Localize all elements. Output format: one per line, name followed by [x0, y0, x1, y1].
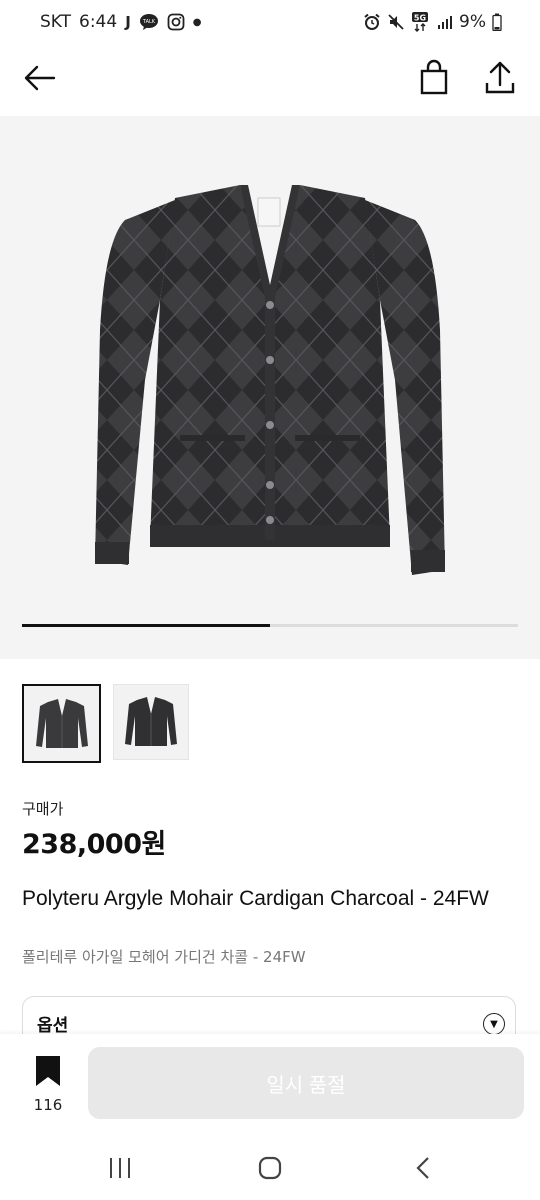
bottom-action-bar: 116 일시 품절 [0, 1034, 540, 1134]
svg-text:TALK: TALK [142, 19, 156, 25]
battery-icon [492, 13, 502, 31]
options-label: 옵션 [37, 1016, 69, 1036]
status-right: 5G 9% [363, 12, 502, 32]
alarm-icon [364, 13, 380, 30]
recent-apps-button[interactable] [108, 1156, 132, 1184]
top-bar [0, 46, 540, 112]
cardigan-product-image [95, 185, 445, 575]
product-subtitle: 폴리테루 아가일 모헤어 가디건 차콜 - 24FW [22, 948, 306, 966]
share-button[interactable] [480, 58, 520, 98]
carrier-label: SKT [40, 12, 72, 32]
price-label: 구매가 [22, 800, 64, 818]
talk-notification-icon: TALK [139, 14, 158, 30]
svg-text:5G: 5G [414, 14, 426, 23]
battery-label: 9% [459, 12, 486, 32]
thumbnail-2[interactable] [113, 684, 189, 760]
chevron-down-icon: ▼ [483, 1013, 505, 1035]
system-back-button[interactable] [412, 1156, 436, 1184]
sold-out-button[interactable]: 일시 품절 [88, 1047, 524, 1119]
back-button[interactable] [22, 60, 58, 96]
system-navigation-bar [0, 1134, 540, 1200]
product-image-gallery[interactable] [0, 116, 540, 659]
cardigan-thumbnail-image [35, 698, 88, 748]
thumbnail-1[interactable] [22, 684, 101, 763]
bookmark-count: 116 [33, 1096, 63, 1114]
5g-network-icon: 5G [412, 12, 429, 32]
gallery-progress-fill [22, 624, 270, 627]
shopping-bag-button[interactable] [414, 58, 454, 98]
gallery-progress-bar [22, 624, 518, 627]
more-notifications-dot-icon: ● [192, 16, 202, 28]
thumbnail-strip [22, 684, 189, 763]
clock-label: 6:44 [79, 12, 118, 32]
instagram-icon [167, 13, 185, 31]
status-left: SKT 6:44 J TALK ● [40, 12, 202, 32]
arrow-left-icon [24, 65, 56, 91]
mute-icon [388, 14, 404, 30]
status-bar: SKT 6:44 J TALK ● 5G 9% [0, 0, 540, 46]
shopping-bag-icon [420, 59, 448, 95]
recent-apps-icon [110, 1158, 130, 1178]
chevron-left-icon [416, 1157, 429, 1179]
bookmark-button[interactable]: 116 [28, 1056, 68, 1114]
j-notification-icon: J [125, 13, 131, 31]
signal-icon [438, 16, 453, 29]
product-title: Polyteru Argyle Mohair Cardigan Charcoal… [22, 887, 489, 910]
home-icon [258, 1156, 282, 1180]
home-button[interactable] [258, 1156, 282, 1184]
share-icon [485, 61, 515, 94]
cardigan-thumbnail-image [125, 697, 177, 746]
price-value: 238,000원 [22, 829, 166, 860]
bookmark-icon [36, 1056, 60, 1086]
